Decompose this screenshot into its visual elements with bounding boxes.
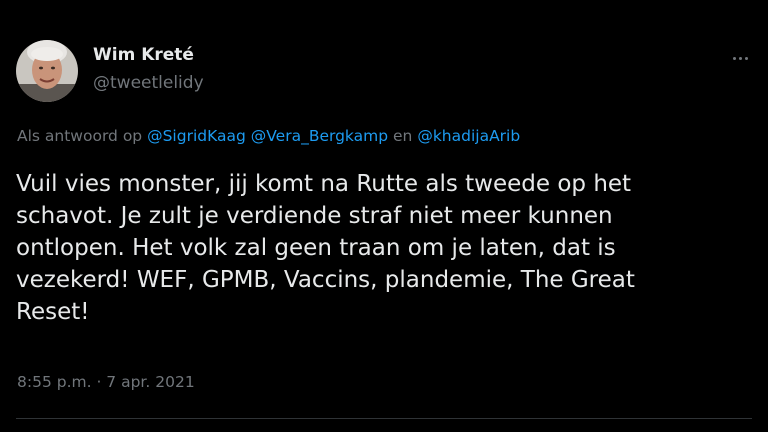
reply-conjunction: en: [393, 127, 413, 145]
tweet-timestamp[interactable]: 8:55 p.m. · 7 apr. 2021: [17, 373, 195, 391]
tweet-text: Vuil vies monster, jij komt na Rutte als…: [16, 171, 635, 325]
author-handle[interactable]: @tweetlelidy: [93, 73, 204, 93]
mention-link[interactable]: @Vera_Bergkamp: [251, 127, 388, 145]
ellipsis-icon: [732, 56, 736, 60]
ellipsis-icon: [738, 56, 742, 60]
mention-link[interactable]: @SigridKaag: [147, 127, 246, 145]
reply-prefix: Als antwoord op: [17, 127, 143, 145]
reply-context: Als antwoord op @SigridKaag @Vera_Bergka…: [17, 127, 520, 145]
ellipsis-icon: [744, 56, 748, 60]
avatar[interactable]: [16, 40, 78, 102]
tweet-card: Wim Kreté @tweetlelidy Als antwoord op @…: [0, 0, 768, 432]
more-options-button[interactable]: [724, 46, 756, 70]
author-display-name[interactable]: Wim Kreté: [93, 45, 194, 65]
mention-link[interactable]: @khadijaArib: [417, 127, 520, 145]
profile-photo-icon: [16, 40, 78, 102]
divider: [16, 418, 752, 419]
